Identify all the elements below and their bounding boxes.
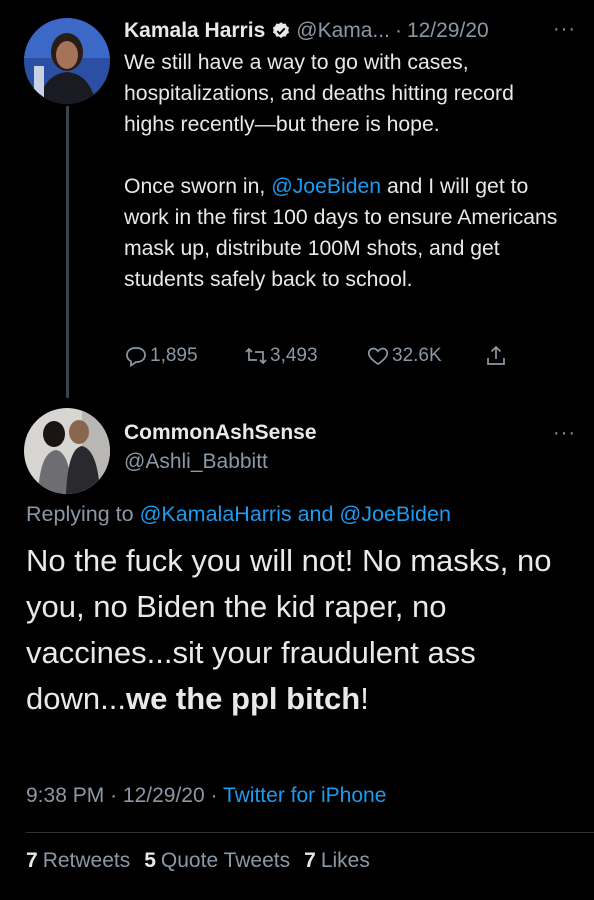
replying-mentions[interactable]: @KamalaHarris and @JoeBiden bbox=[140, 502, 451, 526]
reply-button[interactable]: 1,895 bbox=[124, 344, 244, 368]
parent-more-icon[interactable]: ··· bbox=[553, 18, 576, 41]
reply-meta-separator1: · bbox=[110, 784, 118, 807]
retweet-icon bbox=[245, 347, 267, 365]
reply-tweet-body: No the fuck you will not! No masks, no y… bbox=[26, 538, 586, 722]
quotes-stat[interactable]: 5 Quote Tweets bbox=[144, 849, 290, 873]
retweets-stat[interactable]: 7 Retweets bbox=[26, 849, 130, 873]
retweets-stat-label: Retweets bbox=[42, 849, 131, 872]
reply-author-name[interactable]: CommonAshSense bbox=[124, 421, 317, 445]
reply-meta-separator2: · bbox=[210, 784, 218, 807]
parent-actions-bar: 1,895 3,493 32.6K bbox=[124, 340, 524, 372]
reply-source[interactable]: Twitter for iPhone bbox=[223, 784, 386, 807]
retweet-count: 3,493 bbox=[270, 345, 318, 366]
retweet-button[interactable]: 3,493 bbox=[244, 344, 366, 368]
reply-text-end: ! bbox=[360, 681, 369, 716]
quotes-stat-label: Quote Tweets bbox=[160, 849, 291, 872]
mention-joebiden[interactable]: @JoeBiden bbox=[271, 175, 381, 198]
parent-text-prefix: Once sworn in, bbox=[124, 175, 266, 198]
share-button[interactable] bbox=[484, 344, 510, 368]
like-count: 32.6K bbox=[392, 345, 442, 366]
stats-divider bbox=[26, 832, 594, 833]
reply-more-icon[interactable]: ··· bbox=[553, 422, 576, 445]
replying-label: Replying to bbox=[26, 502, 134, 526]
replying-to-line: Replying to @KamalaHarris and @JoeBiden bbox=[26, 502, 451, 527]
reply-meta: 9:38 PM · 12/29/20 · Twitter for iPhone bbox=[26, 784, 386, 808]
reply-handle[interactable]: @Ashli_Babbitt bbox=[124, 450, 268, 474]
like-icon bbox=[367, 347, 389, 365]
parent-separator: · bbox=[394, 19, 402, 42]
reply-stats: 7 Retweets 5 Quote Tweets 7 Likes bbox=[26, 849, 384, 873]
like-button[interactable]: 32.6K bbox=[366, 344, 484, 368]
reply-icon bbox=[126, 347, 146, 368]
parent-handle[interactable]: @Kama... bbox=[296, 19, 390, 43]
quotes-stat-count: 5 bbox=[144, 849, 156, 872]
parent-author-name[interactable]: Kamala Harris bbox=[124, 19, 265, 43]
parent-text-paragraph1: We still have a way to go with cases, ho… bbox=[124, 51, 514, 136]
parent-tweet-header: Kamala Harris @Kama... · 12/29/20 bbox=[124, 16, 574, 46]
likes-stat-label: Likes bbox=[320, 849, 370, 872]
likes-stat-count: 7 bbox=[304, 849, 316, 872]
parent-date[interactable]: 12/29/20 bbox=[407, 19, 489, 43]
retweets-stat-count: 7 bbox=[26, 849, 38, 872]
verified-badge-icon bbox=[271, 21, 291, 41]
parent-tweet-body: We still have a way to go with cases, ho… bbox=[124, 47, 564, 295]
reply-time: 9:38 PM bbox=[26, 784, 105, 807]
thread-connector bbox=[66, 106, 69, 398]
reply-date: 12/29/20 bbox=[122, 784, 205, 807]
share-icon bbox=[487, 345, 505, 365]
commonashsense-avatar[interactable] bbox=[24, 408, 110, 494]
reply-text-bold: we the ppl bitch bbox=[125, 681, 361, 716]
likes-stat[interactable]: 7 Likes bbox=[304, 849, 370, 873]
parent-text-paragraph2: Once sworn in, @JoeBiden and I will get … bbox=[124, 171, 564, 295]
reply-count: 1,895 bbox=[150, 345, 198, 366]
kamala-avatar[interactable] bbox=[24, 18, 110, 104]
